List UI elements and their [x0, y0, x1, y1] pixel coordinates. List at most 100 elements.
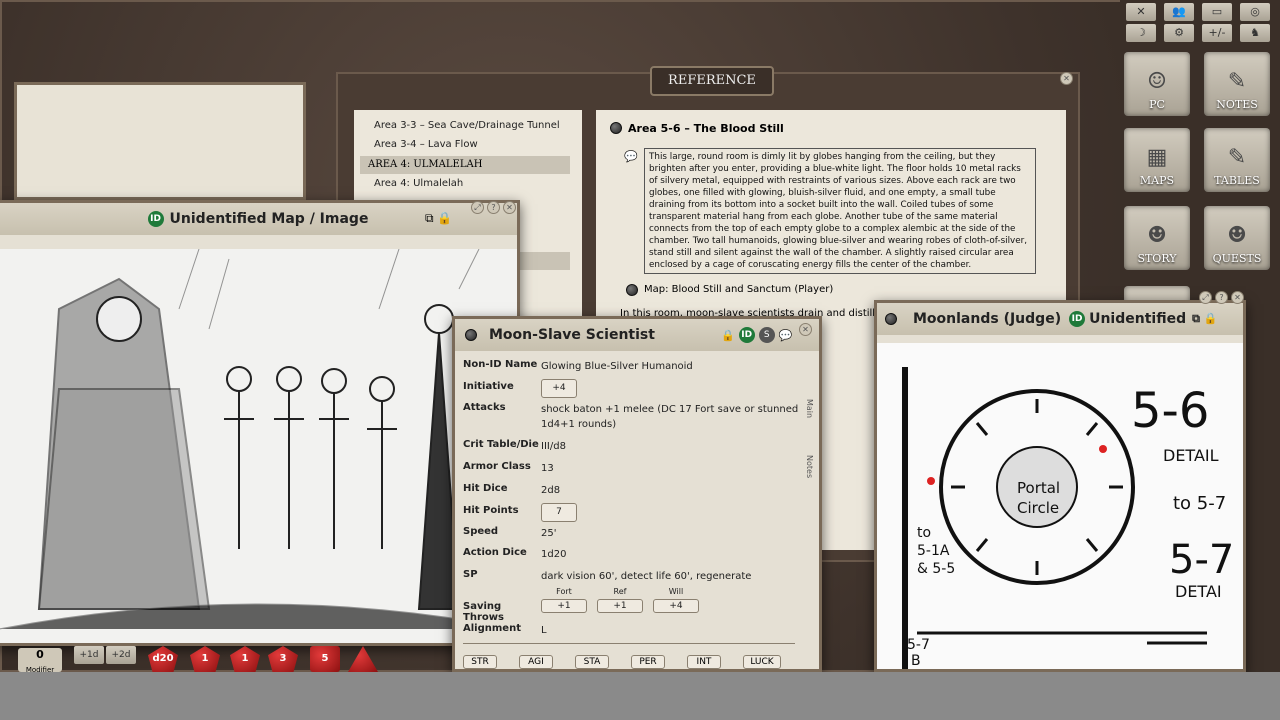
map-label: 5-6	[1131, 383, 1209, 439]
masks-icon: ☻	[1147, 223, 1167, 248]
npc-title-icons[interactable]: 🔒 ID S 💬	[721, 327, 792, 343]
fort-save-field[interactable]: +1	[541, 599, 587, 613]
d6-die[interactable]: 5	[310, 646, 340, 672]
s-icon[interactable]: S	[758, 327, 775, 343]
map-label: to	[917, 525, 931, 541]
link-icon[interactable]: ⤢	[1199, 291, 1212, 304]
stat-luck[interactable]: LUCK	[743, 655, 781, 669]
stat-per[interactable]: PER	[631, 655, 665, 669]
chat-icon[interactable]: 💬	[779, 329, 793, 342]
stat-str[interactable]: STR	[463, 655, 497, 669]
lock-icon[interactable]: 🔒	[721, 329, 735, 342]
map-label: 5-7	[907, 637, 930, 653]
npc-window: Moon-Slave Scientist 🔒 ID S 💬 ✕ Main Not…	[452, 316, 822, 672]
close-icon[interactable]: ✕	[503, 201, 516, 214]
npc-token-icon[interactable]	[465, 329, 477, 341]
map-window: Moonlands (Judge) ID Unidentified ⧉ 🔒 ⤢ …	[874, 291, 1246, 672]
map-label: 5-1A	[917, 543, 950, 559]
close-icon[interactable]: ✕	[1060, 72, 1073, 85]
ac-value[interactable]: 13	[541, 461, 821, 476]
list-item[interactable]: Area 4: Ulmalelah	[374, 178, 463, 189]
masks-icon: ☻	[1227, 223, 1247, 248]
quests-button[interactable]: ☻ QUESTS	[1204, 206, 1270, 270]
map-title-left: Moonlands (Judge)	[913, 311, 1062, 327]
tool-settings-icon[interactable]: ⚙	[1164, 24, 1194, 42]
attacks-value[interactable]: shock baton +1 melee (DC 17 Fort save or…	[541, 402, 821, 432]
stats-row: STR AGI STA PER INT LUCK	[463, 655, 803, 671]
hd-value[interactable]: 2d8	[541, 483, 821, 498]
hp-field[interactable]: 7	[541, 503, 577, 522]
dungeon-map: 5-6 DETAIL Portal Circle to 5-7 to 5-1A …	[877, 343, 1243, 669]
help-icon[interactable]: ?	[1215, 291, 1228, 304]
quill-icon: ✎	[1227, 145, 1247, 170]
map-token-icon[interactable]	[885, 313, 897, 325]
map-icon: ▦	[1146, 145, 1168, 170]
tool-moon-icon[interactable]: ☽	[1126, 24, 1156, 42]
link-icon[interactable]: ⤢	[471, 201, 484, 214]
helmet-icon: ☺	[1147, 69, 1167, 94]
map-link-icon[interactable]	[626, 284, 638, 296]
tool-eye-icon[interactable]: ◎	[1240, 3, 1270, 21]
map-label: Circle	[1017, 499, 1059, 517]
stat-int[interactable]: INT	[687, 655, 721, 669]
map-label: 5-7	[1169, 537, 1234, 583]
speed-value[interactable]: 25'	[541, 526, 821, 541]
d8-die[interactable]: 3	[268, 646, 298, 672]
alignment-value[interactable]: L	[541, 623, 821, 638]
pc-button[interactable]: ☺ PC	[1124, 52, 1190, 116]
plus-2d-button[interactable]: +2d	[106, 646, 136, 664]
identified-icon[interactable]: ID	[738, 327, 755, 343]
tool-modifier-icon[interactable]: +/-	[1202, 24, 1232, 42]
speech-icon: 💬	[624, 150, 638, 163]
tool-delete-icon[interactable]: ✕	[1126, 3, 1156, 21]
list-item[interactable]: Area 3-3 – Sea Cave/Drainage Tunnel	[374, 120, 560, 131]
tables-button[interactable]: ✎ TABLES	[1204, 128, 1270, 192]
map-label: B	[911, 653, 921, 669]
tool-token-icon[interactable]: ♞	[1240, 24, 1270, 42]
maps-button[interactable]: ▦ MAPS	[1124, 128, 1190, 192]
identified-icon[interactable]: ID	[147, 211, 164, 227]
help-icon[interactable]: ?	[487, 201, 500, 214]
quill-icon: ✎	[1227, 69, 1247, 94]
section-title: Area 5-6 – The Blood Still	[628, 122, 784, 135]
tool-party-icon[interactable]: 👥	[1164, 3, 1194, 21]
crit-value[interactable]: III/d8	[541, 439, 821, 454]
image-window-icons[interactable]: ⧉ 🔒	[425, 211, 452, 226]
close-icon[interactable]: ✕	[1231, 291, 1244, 304]
ref-save-field[interactable]: +1	[597, 599, 643, 613]
map-link[interactable]: Map: Blood Still and Sanctum (Player)	[644, 284, 833, 295]
map-titlebar[interactable]: Moonlands (Judge) ID Unidentified ⧉ 🔒	[877, 303, 1243, 335]
initiative-field[interactable]: +4	[541, 379, 577, 398]
modifier-box[interactable]: 0 Modifier	[18, 648, 62, 674]
nonid-value[interactable]: Glowing Blue-Silver Humanoid	[541, 359, 821, 374]
identified-icon[interactable]: ID	[1069, 311, 1086, 327]
d4-die[interactable]	[348, 646, 378, 672]
list-group-header[interactable]: AREA 4: ULMALELAH	[360, 156, 570, 174]
dice-tray: 0 Modifier +1d +2d d20 1 1 3 5	[0, 644, 400, 674]
map-title-right: Unidentified	[1089, 311, 1187, 327]
divider	[463, 643, 795, 644]
saves-row: Saving Throws Fort +1 Ref +1 Will +4	[463, 587, 803, 623]
story-button[interactable]: ☻ STORY	[1124, 206, 1190, 270]
action-dice-value[interactable]: 1d20	[541, 547, 821, 562]
d10-die[interactable]: 1	[230, 646, 260, 672]
map-title-icons[interactable]: ⧉ 🔒	[1192, 312, 1217, 326]
image-window-title: Unidentified Map / Image	[169, 211, 369, 227]
notes-button[interactable]: ✎ NOTES	[1204, 52, 1270, 116]
d12-die[interactable]: 1	[190, 646, 220, 672]
close-icon[interactable]: ✕	[799, 323, 812, 336]
d20-die[interactable]: d20	[148, 646, 178, 672]
section-bullet-icon	[610, 122, 622, 134]
tool-card-icon[interactable]: ▭	[1202, 3, 1232, 21]
sp-value[interactable]: dark vision 60', detect life 60', regene…	[541, 569, 821, 584]
map-label: Portal	[1017, 479, 1060, 497]
stat-agi[interactable]: AGI	[519, 655, 553, 669]
map-image[interactable]: 5-6 DETAIL Portal Circle to 5-7 to 5-1A …	[877, 343, 1243, 669]
illustration	[0, 249, 517, 643]
list-item[interactable]: Area 3-4 – Lava Flow	[374, 139, 478, 150]
will-save-field[interactable]: +4	[653, 599, 699, 613]
map-label: DETAIL	[1163, 446, 1219, 465]
map-label: & 5-5	[917, 561, 955, 577]
plus-1d-button[interactable]: +1d	[74, 646, 104, 664]
stat-sta[interactable]: STA	[575, 655, 609, 669]
